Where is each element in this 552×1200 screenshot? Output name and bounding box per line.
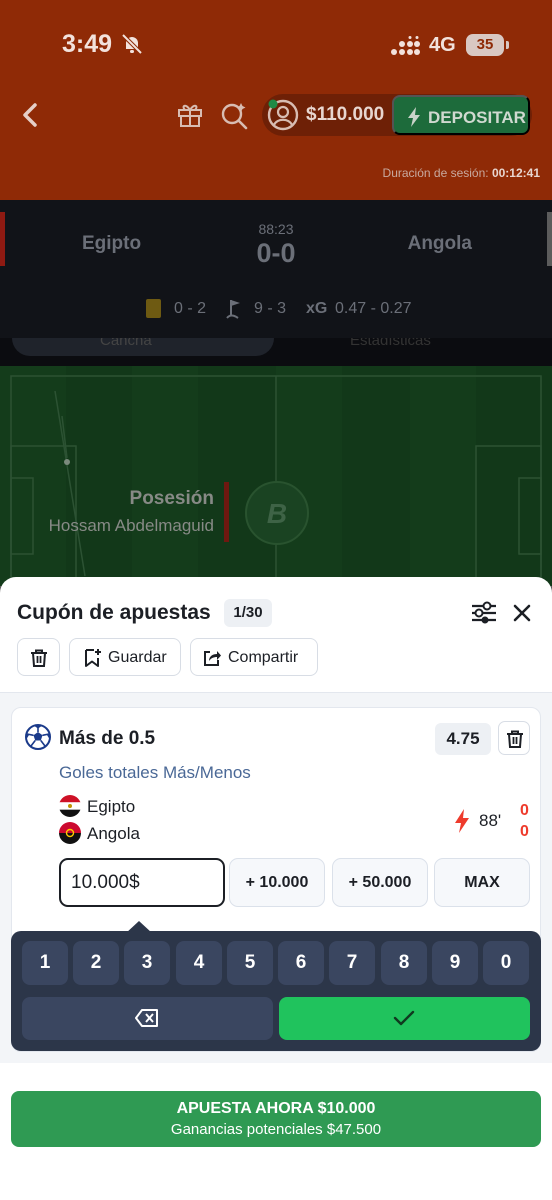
checkmark-icon <box>393 1010 415 1026</box>
app-header: $110.000 DEPOSITAR <box>0 90 552 146</box>
bet-slip-title: Cupón de apuestas <box>17 601 211 624</box>
share-label: Compartir <box>228 649 299 666</box>
save-button[interactable]: Guardar <box>69 638 181 676</box>
backspace-key[interactable] <box>22 997 273 1040</box>
network-label: 4G <box>429 34 456 56</box>
share-icon <box>204 651 221 666</box>
trash-icon <box>31 649 47 667</box>
potential-winnings-label: Ganancias potenciales $47.500 <box>170 1121 382 1138</box>
status-bar: 3:49 4G 35 <box>0 0 552 90</box>
close-icon[interactable] <box>512 603 532 623</box>
key-4[interactable]: 4 <box>176 941 222 985</box>
confirm-key[interactable] <box>279 997 530 1040</box>
xg-label: xG <box>306 300 328 317</box>
bet-home-team: Egipto <box>87 797 136 816</box>
bet-away-team: Angola <box>87 824 140 843</box>
soccer-ball-icon <box>25 724 51 750</box>
status-time: 3:49 <box>62 30 113 58</box>
pitch-lines <box>10 375 542 586</box>
key-9[interactable]: 9 <box>432 941 478 985</box>
delete-all-button[interactable] <box>17 638 60 676</box>
tabs-strip: Cancha Estadísticas <box>0 338 552 366</box>
live-score-away: 0 <box>520 823 529 840</box>
numeric-keypad: 1 2 3 4 5 6 7 8 9 0 <box>11 931 541 1051</box>
max-stake-button[interactable]: MAX <box>434 858 530 907</box>
bolt-icon <box>408 107 420 127</box>
away-team-name: Angola <box>407 233 472 254</box>
settings-sliders-icon[interactable] <box>470 601 498 625</box>
key-0[interactable]: 0 <box>483 941 529 985</box>
deposit-button[interactable]: DEPOSITAR <box>392 95 530 135</box>
flame-icon <box>455 809 469 833</box>
brand-logo-icon: B <box>245 481 309 545</box>
back-icon[interactable] <box>18 102 44 128</box>
angola-flag-icon <box>59 822 81 844</box>
quick-stake-10000-button[interactable]: + 10.000 <box>229 858 325 907</box>
battery-level: 35 <box>466 34 504 56</box>
key-8[interactable]: 8 <box>381 941 427 985</box>
stake-input[interactable] <box>59 858 225 907</box>
place-bet-button[interactable]: APUESTA AHORA $10.000 Ganancias potencia… <box>11 1091 541 1147</box>
bookmark-add-icon <box>85 649 101 667</box>
bell-muted-icon <box>121 33 143 55</box>
trash-icon <box>507 730 523 748</box>
session-duration: Duración de sesión: 00:12:41 <box>382 166 540 180</box>
tab-stats-label[interactable]: Estadísticas <box>350 338 431 349</box>
bet-counter-badge: 1/30 <box>224 599 272 627</box>
key-6[interactable]: 6 <box>278 941 324 985</box>
cards-value: 0 - 2 <box>174 300 207 317</box>
search-promo-icon[interactable] <box>219 100 249 130</box>
pitch-visualization: Posesión Hossam Abdelmaguid B <box>0 366 552 586</box>
key-7[interactable]: 7 <box>329 941 375 985</box>
key-5[interactable]: 5 <box>227 941 273 985</box>
live-minute: 88' <box>479 811 502 830</box>
remove-bet-button[interactable] <box>498 721 530 755</box>
place-bet-label: APUESTA AHORA $10.000 <box>176 1100 376 1117</box>
quick-stake-50000-button[interactable]: + 50.000 <box>332 858 428 907</box>
deposit-label: DEPOSITAR <box>428 108 526 127</box>
save-label: Guardar <box>108 649 167 666</box>
key-3[interactable]: 3 <box>124 941 170 985</box>
corners-value: 9 - 3 <box>254 300 287 317</box>
balance-amount: $110.000 <box>306 104 385 125</box>
key-1[interactable]: 1 <box>22 941 68 985</box>
bet-slip-sheet: Cupón de apuestas 1/30 Guardar Compartir… <box>0 577 552 1200</box>
tab-cancha-label: Cancha <box>100 338 152 349</box>
odds-badge: 4.75 <box>435 723 491 755</box>
bet-market-type: Goles totales Más/Menos <box>59 763 251 782</box>
event-label: Posesión <box>129 488 214 509</box>
svg-text:B: B <box>267 498 287 529</box>
match-scoreboard: Egipto 88:23 0-0 Angola 0 - 2 9 - 3 xG 0… <box>0 200 552 338</box>
yellow-card-icon <box>146 299 161 318</box>
xg-value: 0.47 - 0.27 <box>335 300 412 317</box>
share-button[interactable]: Compartir <box>190 638 318 676</box>
live-score-home: 0 <box>520 802 529 819</box>
corner-flag-icon <box>226 300 240 319</box>
event-player: Hossam Abdelmaguid <box>48 516 214 535</box>
egypt-flag-icon <box>59 795 81 817</box>
session-bar: Duración de sesión: 00:12:41 <box>0 146 552 200</box>
battery-icon: 35 <box>466 34 510 56</box>
backspace-icon <box>135 1009 158 1027</box>
session-time: 00:12:41 <box>491 166 540 180</box>
key-2[interactable]: 2 <box>73 941 119 985</box>
signal-icon <box>391 36 420 55</box>
balance-pill[interactable]: $110.000 DEPOSITAR <box>262 94 532 136</box>
bet-market-title: Más de 0.5 <box>59 728 156 749</box>
gift-icon[interactable] <box>176 100 204 128</box>
avatar-icon[interactable] <box>266 98 300 132</box>
